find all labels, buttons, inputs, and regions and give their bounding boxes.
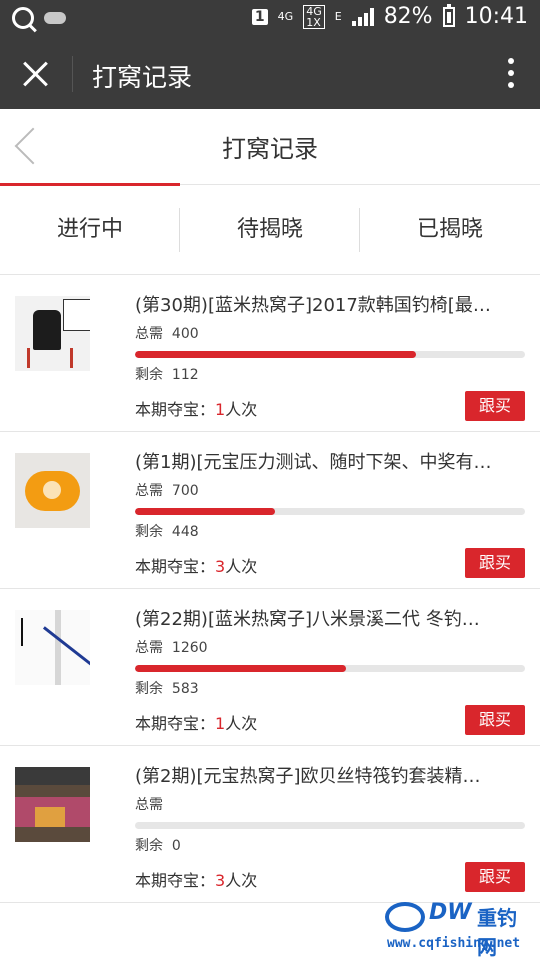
- battery-percent: 82%: [383, 4, 433, 29]
- edge-label: E: [334, 10, 342, 23]
- page-header: 打窝记录: [0, 109, 540, 185]
- product-thumbnail[interactable]: [15, 767, 90, 842]
- network-4g-label: 4G: [277, 10, 294, 23]
- list-item[interactable]: (第1期)[元宝压力测试、随时下架、中奖有… 总需 700 剩余 448 本期夺…: [0, 432, 540, 589]
- progress-bar: [135, 822, 525, 829]
- progress-bar: [135, 351, 525, 358]
- list-item[interactable]: (第2期)[元宝热窝子]欧贝丝特筏钓套装精… 总需 剩余 0 本期夺宝：3人次 …: [0, 746, 540, 903]
- more-menu-icon[interactable]: [508, 58, 514, 90]
- record-list: (第30期)[蓝米热窝子]2017款韩国钓椅[最… 总需 400 剩余 112 …: [0, 275, 540, 903]
- status-tabs: 进行中 待揭晓 已揭晓: [0, 186, 540, 275]
- follow-buy-button[interactable]: 跟买: [465, 391, 525, 421]
- follow-buy-button[interactable]: 跟买: [465, 862, 525, 892]
- tab-pending[interactable]: 待揭晓: [180, 186, 360, 274]
- period-row: 本期夺宝：1人次: [135, 714, 258, 733]
- watermark-logo-icon: [385, 902, 425, 932]
- participation-count: 3: [215, 871, 226, 890]
- total-row: 总需: [135, 797, 163, 813]
- page-title: 打窝记录: [222, 135, 318, 163]
- titlebar-divider: [72, 56, 73, 92]
- progress-bar: [135, 665, 525, 672]
- participation-count: 1: [215, 714, 226, 733]
- remain-value: 583: [171, 681, 199, 697]
- period-row: 本期夺宝：1人次: [135, 400, 258, 419]
- watermark-brand: DW: [429, 900, 472, 925]
- participation-count: 1: [215, 400, 226, 419]
- item-title[interactable]: (第2期)[元宝热窝子]欧贝丝特筏钓套装精…: [135, 762, 520, 788]
- period-row: 本期夺宝：3人次: [135, 557, 258, 576]
- participation-count: 3: [215, 557, 226, 576]
- app-titlebar: 打窝记录: [0, 38, 540, 109]
- clock: 10:41: [464, 4, 528, 29]
- network-4g-box: 4G 1X: [303, 4, 325, 29]
- titlebar-title: 打窝记录: [92, 63, 193, 92]
- remain-value: 0: [171, 838, 181, 854]
- total-value: 700: [171, 483, 199, 499]
- list-item[interactable]: (第22期)[蓝米热窝子]八米景溪二代 冬钓… 总需 1260 剩余 583 本…: [0, 589, 540, 746]
- site-watermark: DW 重钓网 www.cqfishing.net: [385, 900, 535, 959]
- list-item[interactable]: (第30期)[蓝米热窝子]2017款韩国钓椅[最… 总需 400 剩余 112 …: [0, 275, 540, 432]
- tab-revealed[interactable]: 已揭晓: [360, 186, 540, 274]
- watermark-cn-name: 重钓网: [477, 906, 517, 959]
- remain-row: 剩余 0: [135, 838, 181, 854]
- total-row: 总需 400: [135, 326, 199, 342]
- close-icon[interactable]: [22, 60, 50, 88]
- follow-buy-button[interactable]: 跟买: [465, 705, 525, 735]
- total-row: 总需 700: [135, 483, 199, 499]
- item-title[interactable]: (第1期)[元宝压力测试、随时下架、中奖有…: [135, 448, 520, 474]
- status-bar: 1 4G 4G 1X E 82% 10:41: [0, 0, 540, 38]
- product-thumbnail[interactable]: [15, 610, 90, 685]
- remain-value: 112: [171, 367, 199, 383]
- item-title[interactable]: (第30期)[蓝米热窝子]2017款韩国钓椅[最…: [135, 291, 520, 317]
- remain-row: 剩余 583: [135, 681, 199, 697]
- period-row: 本期夺宝：3人次: [135, 871, 258, 890]
- battery-icon: [442, 3, 455, 27]
- tab-in-progress[interactable]: 进行中: [0, 186, 180, 274]
- progress-fill: [135, 665, 346, 672]
- sim-1-icon: 1: [251, 8, 268, 25]
- progress-fill: [135, 351, 416, 358]
- remain-row: 剩余 112: [135, 367, 199, 383]
- watermark-url: www.cqfishing.net: [387, 936, 521, 951]
- item-title[interactable]: (第22期)[蓝米热窝子]八米景溪二代 冬钓…: [135, 605, 520, 631]
- weather-cloud-icon: [44, 12, 66, 24]
- total-value: 1260: [171, 640, 208, 656]
- follow-buy-button[interactable]: 跟买: [465, 548, 525, 578]
- signal-icon: [351, 7, 374, 26]
- remain-value: 448: [171, 524, 199, 540]
- remain-row: 剩余 448: [135, 524, 199, 540]
- product-thumbnail[interactable]: [15, 296, 90, 371]
- progress-fill: [135, 508, 276, 515]
- search-app-icon: [12, 7, 34, 29]
- product-thumbnail[interactable]: [15, 453, 90, 528]
- total-row: 总需 1260: [135, 640, 208, 656]
- progress-bar: [135, 508, 525, 515]
- total-value: 400: [171, 326, 199, 342]
